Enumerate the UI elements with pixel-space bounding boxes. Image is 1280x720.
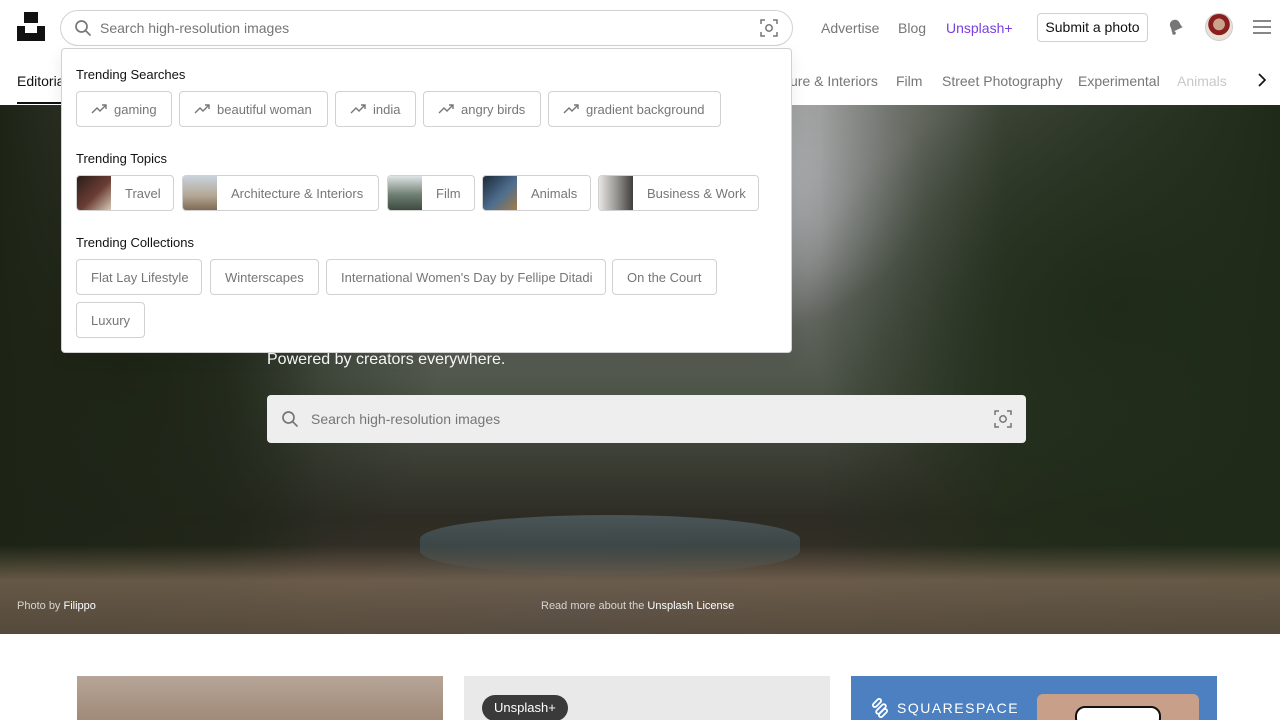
submit-photo-button[interactable]: Submit a photo xyxy=(1037,13,1148,42)
trending-up-icon xyxy=(194,104,210,114)
trending-search-chip[interactable]: gaming xyxy=(76,91,172,127)
credit-prefix: Photo xyxy=(17,600,46,612)
topic-thumbnail xyxy=(483,176,517,210)
active-tab-indicator xyxy=(17,102,63,104)
search-icon[interactable] xyxy=(74,19,92,37)
topic-thumbnail xyxy=(77,176,111,210)
chip-label: Flat Lay Lifestyle xyxy=(91,270,189,285)
feed-card-squarespace-ad[interactable]: SQUARESPACE xyxy=(851,676,1217,720)
chip-label: International Women's Day by Fellipe Dit… xyxy=(341,270,593,285)
chip-label: india xyxy=(373,102,401,117)
trending-up-icon xyxy=(91,104,107,114)
trending-collections-heading: Trending Collections xyxy=(76,235,195,250)
chip-label: gradient background xyxy=(586,102,705,117)
hero-subtitle: Powered by creators everywhere. xyxy=(267,351,506,368)
trending-up-icon xyxy=(350,104,366,114)
chip-label: Film xyxy=(436,186,461,201)
trending-topic-chip[interactable]: Film xyxy=(387,175,475,211)
search-icon[interactable] xyxy=(281,410,299,428)
chip-label: beautiful woman xyxy=(217,102,312,117)
topic-thumbnail xyxy=(388,176,422,210)
visual-search-icon[interactable] xyxy=(760,19,778,37)
unsplash-plus-badge[interactable]: Unsplash+ xyxy=(482,695,568,720)
trending-search-chip[interactable]: gradient background xyxy=(548,91,721,127)
tab-architecture-interiors[interactable]: ure & Interiors xyxy=(790,73,878,89)
header-search-input[interactable]: Search high-resolution images xyxy=(100,20,289,36)
chip-label: On the Court xyxy=(627,270,702,285)
header-search-bar[interactable]: Search high-resolution images xyxy=(60,10,793,46)
trending-collection-chip[interactable]: On the Court xyxy=(612,259,717,295)
license-link[interactable]: Unsplash License xyxy=(647,600,734,612)
unsplash-logo[interactable] xyxy=(17,12,45,41)
chip-label: gaming xyxy=(114,102,157,117)
license-prefix: Read more about the xyxy=(541,600,645,612)
photo-credit: Photo by Filippo xyxy=(17,600,96,612)
ad-device-screen xyxy=(1075,706,1161,720)
topic-thumbnail xyxy=(599,176,633,210)
chip-label: Travel xyxy=(125,186,161,201)
chip-label: Architecture & Interiors xyxy=(231,186,364,201)
squarespace-logo-icon xyxy=(871,698,889,718)
feed-card-unsplash-plus[interactable]: Unsplash+ xyxy=(464,676,830,720)
user-avatar[interactable] xyxy=(1205,13,1233,41)
trending-search-chip[interactable]: beautiful woman xyxy=(179,91,328,127)
trending-topic-chip[interactable]: Business & Work xyxy=(598,175,759,211)
trending-search-chip[interactable]: angry birds xyxy=(423,91,541,127)
topic-thumbnail xyxy=(183,176,217,210)
tab-street-photography[interactable]: Street Photography xyxy=(942,73,1063,89)
trending-topic-chip[interactable]: Travel xyxy=(76,175,174,211)
license-note: Read more about the Unsplash License xyxy=(541,600,734,612)
chip-label: angry birds xyxy=(461,102,526,117)
trending-up-icon xyxy=(438,104,454,114)
chip-label: Luxury xyxy=(91,313,131,328)
visual-search-icon[interactable] xyxy=(994,410,1012,428)
chip-label: Animals xyxy=(531,186,578,201)
tab-film[interactable]: Film xyxy=(896,73,922,89)
chevron-right-icon[interactable] xyxy=(1255,73,1269,87)
nav-blog-link[interactable]: Blog xyxy=(898,20,926,36)
chip-label: Business & Work xyxy=(647,186,746,201)
trending-search-chip[interactable]: india xyxy=(335,91,416,127)
trending-up-icon xyxy=(563,104,579,114)
search-suggestions-dropdown: Trending Searches gaming beautiful woman… xyxy=(61,48,792,353)
squarespace-wordmark: SQUARESPACE xyxy=(897,700,1020,716)
notifications-bell-icon[interactable] xyxy=(1166,17,1186,37)
nav-unsplash-plus-link[interactable]: Unsplash+ xyxy=(946,20,1013,36)
hero-search-input[interactable]: Search high-resolution images xyxy=(311,411,500,427)
trending-searches-heading: Trending Searches xyxy=(76,67,186,82)
ad-device-mockup xyxy=(1037,694,1199,720)
hamburger-menu-icon[interactable] xyxy=(1253,19,1271,35)
nav-advertise-link[interactable]: Advertise xyxy=(821,20,879,36)
trending-collection-chip[interactable]: Flat Lay Lifestyle xyxy=(76,259,202,295)
tab-animals[interactable]: Animals xyxy=(1177,73,1227,89)
hero-image-shore xyxy=(0,545,1280,634)
tab-editorial[interactable]: Editorial xyxy=(17,73,68,89)
trending-topics-heading: Trending Topics xyxy=(76,151,168,166)
credit-by: by xyxy=(48,600,61,612)
tab-experimental[interactable]: Experimental xyxy=(1078,73,1160,89)
trending-collection-chip[interactable]: Luxury xyxy=(76,302,145,338)
trending-collection-chip[interactable]: Winterscapes xyxy=(210,259,319,295)
trending-topic-chip[interactable]: Animals xyxy=(482,175,591,211)
chip-label: Winterscapes xyxy=(225,270,304,285)
credit-photographer-link[interactable]: Filippo xyxy=(64,600,96,612)
trending-collection-chip[interactable]: International Women's Day by Fellipe Dit… xyxy=(326,259,606,295)
hero-search-bar[interactable]: Search high-resolution images xyxy=(267,395,1026,443)
feed-card-image[interactable] xyxy=(77,676,443,720)
trending-topic-chip[interactable]: Architecture & Interiors xyxy=(182,175,379,211)
